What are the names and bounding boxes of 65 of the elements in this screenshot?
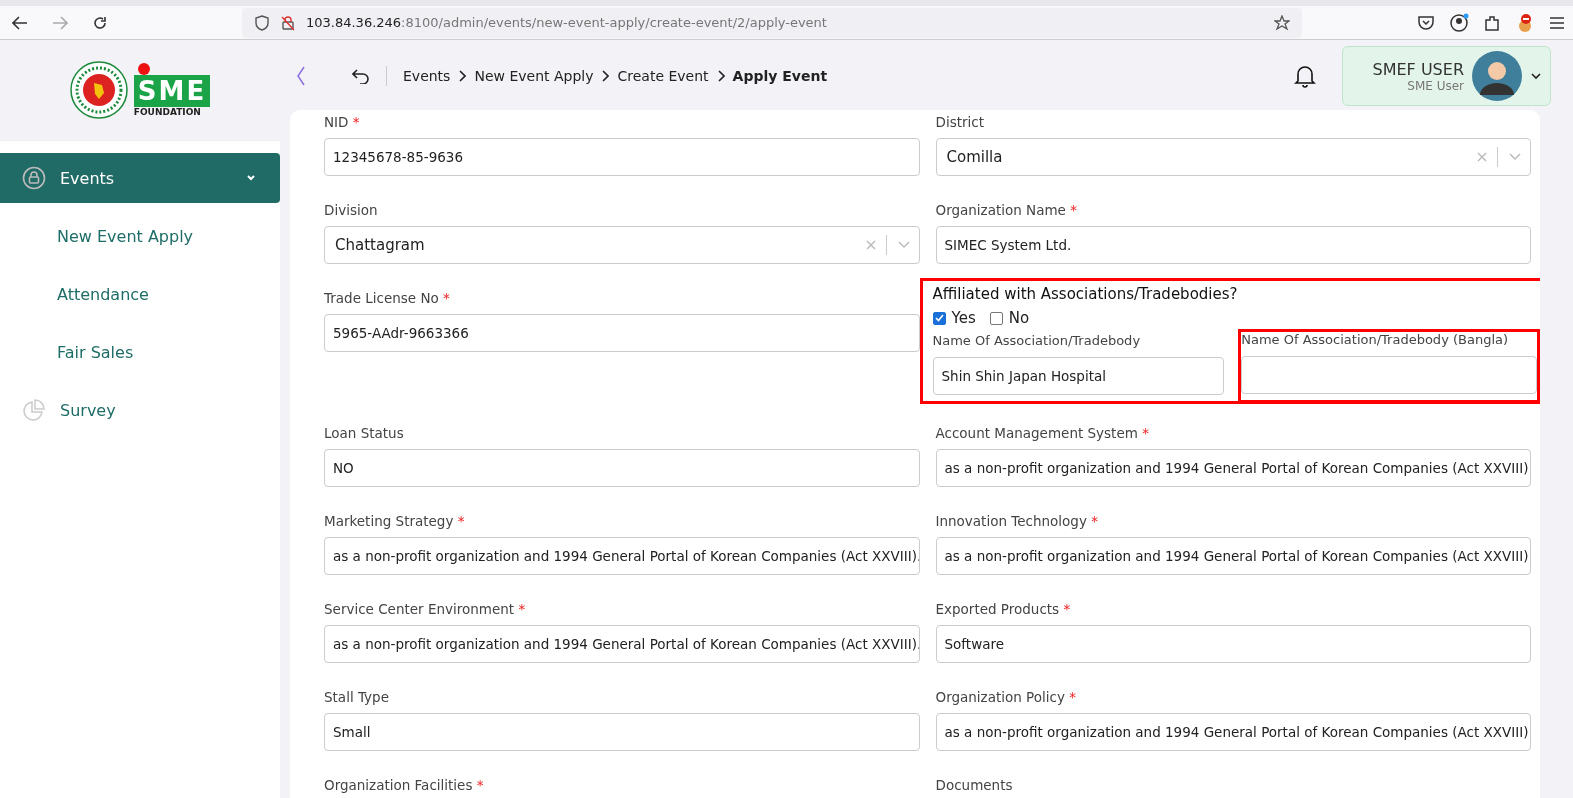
address-bar[interactable]: 103.84.36.246:8100/admin/events/new-event-apply/create-event/2/apply-event [242, 7, 1302, 38]
text-input[interactable]: SIMEC System Ltd. [935, 226, 1531, 264]
reload-icon[interactable] [92, 14, 108, 31]
breadcrumb-link[interactable]: New Event Apply [474, 68, 594, 84]
sme-logo: SME FOUNDATION [133, 63, 211, 117]
field-label: Loan Status [324, 425, 405, 441]
lock-icon [22, 166, 46, 190]
pie-chart-icon [22, 398, 46, 422]
sidebar-item[interactable]: New Event Apply [0, 207, 280, 265]
field-label: Division [324, 202, 379, 218]
text-input[interactable]: Software [935, 625, 1531, 663]
bell-icon[interactable] [1293, 64, 1316, 88]
collapse-icon[interactable] [296, 66, 306, 86]
shield-icon [254, 14, 270, 31]
chevron-right-icon [716, 70, 725, 82]
sidebar-item[interactable]: Events [0, 153, 280, 203]
text-input[interactable]: as a non-profit organization and 1994 General Portal of Korean Companies (Act XXVIII). [935, 713, 1531, 751]
back-icon[interactable] [12, 15, 28, 30]
field-label: NID * [324, 114, 361, 130]
field-label: District [935, 114, 985, 130]
field-label: Organization Facilities * [324, 777, 485, 793]
text-input[interactable]: 5965-AAdr-9663366 [324, 314, 920, 352]
sidebar-item[interactable]: Fair Sales [0, 323, 280, 381]
field-label: Exported Products * [935, 601, 1072, 617]
field-label: Documents [935, 777, 1014, 793]
avatar-icon [1472, 51, 1522, 101]
text-input[interactable]: Shin Shin Japan Hospital [932, 357, 1225, 395]
text-input[interactable]: as a non-profit organization and 1994 General Portal of Korean Companies (Act XXVIII). [935, 449, 1531, 487]
sidebar-item[interactable]: Attendance [0, 265, 280, 323]
field-label: Innovation Technology * [935, 513, 1099, 529]
chevron-down-icon[interactable] [1530, 72, 1542, 80]
field-label: Name Of Association/Tradebody (Bangla) [1241, 332, 1510, 348]
field-label: Account Management System * [935, 425, 1150, 441]
field-label: Organization Name * [935, 202, 1078, 218]
account-icon[interactable] [1449, 12, 1469, 33]
question-label: Affiliated with Associations/Tradebodies? [932, 285, 1239, 303]
pocket-icon[interactable] [1417, 13, 1435, 32]
puzzle-icon[interactable] [1483, 13, 1501, 32]
checkbox[interactable] [932, 311, 946, 325]
field-label: Stall Type [324, 689, 390, 705]
field-label: Marketing Strategy * [324, 513, 466, 529]
breadcrumb-link[interactable]: Apply Event [732, 68, 828, 84]
menu-icon[interactable] [1549, 15, 1565, 30]
chevron-right-icon [458, 70, 467, 82]
breadcrumb-link[interactable]: Create Event [617, 68, 709, 84]
field-label: Name Of Association/Tradebody [932, 333, 1142, 349]
text-input[interactable] [1241, 356, 1537, 394]
field-label: Organization Policy * [935, 689, 1077, 705]
text-input[interactable]: 12345678-85-9636 [324, 138, 920, 176]
user-menu[interactable]: SMEF USER SME User [1341, 46, 1551, 106]
emblem-icon [69, 61, 128, 119]
text-input[interactable]: as a non-profit organization and 1994 General Portal of Korean Companies (Act XXVIII). [935, 537, 1531, 575]
checkbox-option[interactable]: Yes [932, 309, 976, 327]
chevron-right-icon [601, 70, 610, 82]
undo-icon[interactable] [352, 68, 370, 84]
breadcrumb-link[interactable]: Events [403, 68, 451, 84]
field-label: Trade License No * [324, 290, 451, 306]
text-input[interactable]: Small [324, 713, 920, 751]
checkbox[interactable] [989, 311, 1003, 325]
star-icon[interactable] [1274, 14, 1290, 31]
text-input[interactable]: NO [324, 449, 920, 487]
checkbox-option[interactable]: No [989, 309, 1030, 327]
sidebar-item[interactable]: Survey [0, 381, 280, 439]
insecure-lock-icon [280, 14, 296, 31]
field-label: Service Center Environment * [324, 601, 527, 617]
